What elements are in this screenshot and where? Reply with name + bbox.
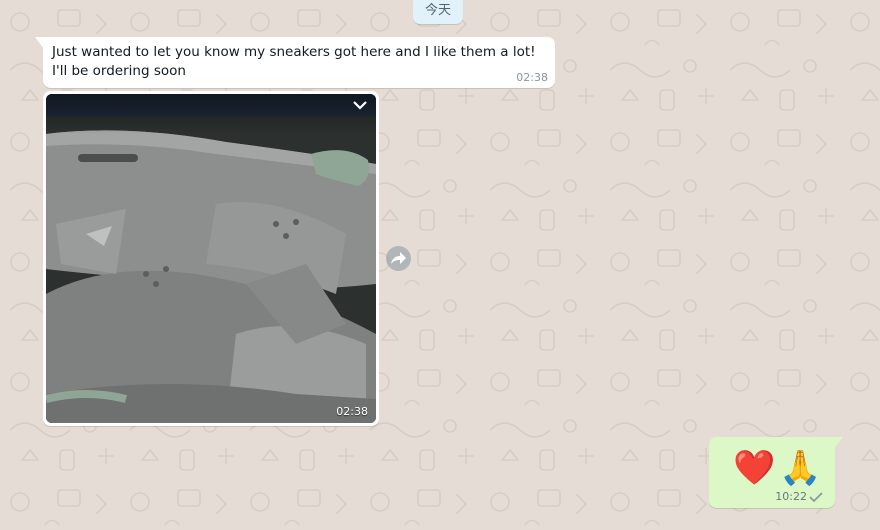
incoming-message-text: Just wanted to let you know my sneakers … [52,44,536,79]
incoming-message-bubble[interactable]: Just wanted to let you know my sneakers … [43,37,555,88]
image-message-time: 02:38 [336,405,368,418]
single-check-icon [809,492,823,502]
forward-button[interactable] [386,246,411,271]
outgoing-message-bubble[interactable]: ❤️🙏 10:22 [709,437,835,508]
chevron-down-icon[interactable] [350,97,370,113]
outgoing-emoji-text: ❤️🙏 [733,448,826,488]
outgoing-message-time: 10:22 [775,490,807,503]
sneaker-photo[interactable]: 02:38 [46,94,376,423]
incoming-image-message[interactable]: 02:38 [43,91,379,426]
outgoing-bubble-tail [834,437,843,449]
incoming-message-time: 02:38 [516,71,548,84]
date-divider: 今天 [413,0,463,24]
forward-icon [391,252,406,264]
